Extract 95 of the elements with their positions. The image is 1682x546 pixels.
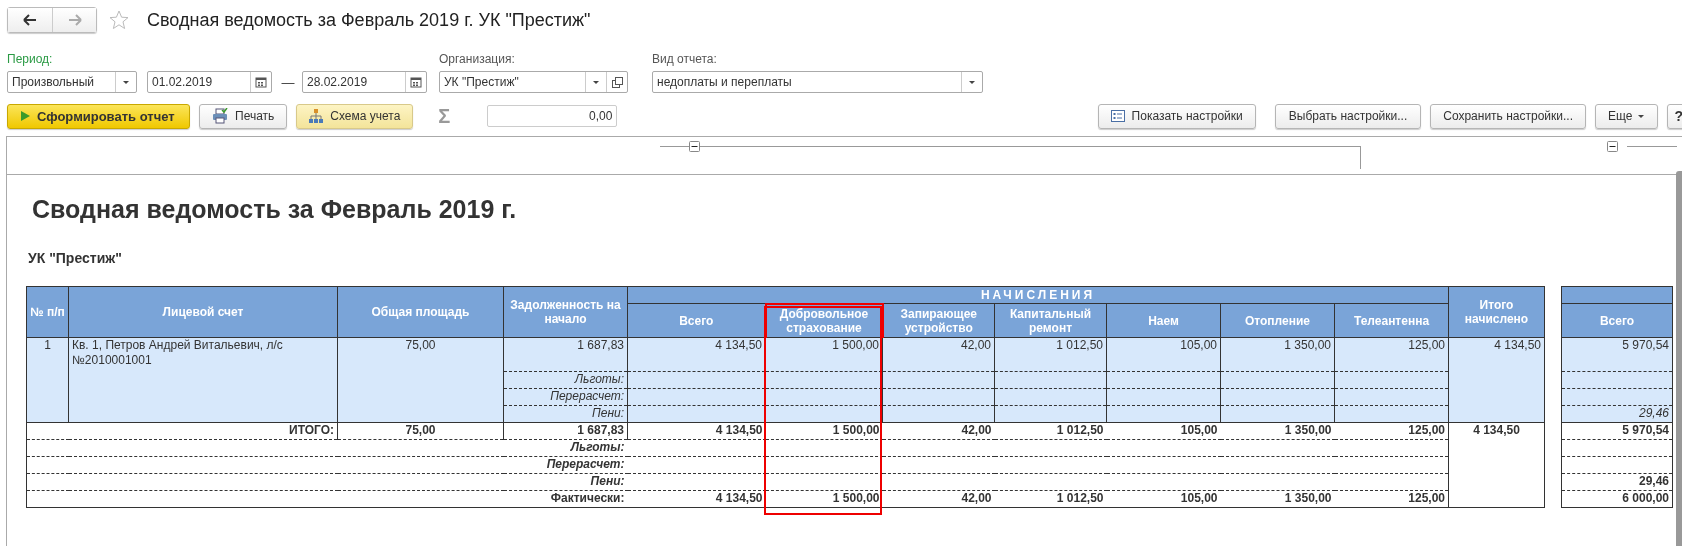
group-bracket-line [1627, 146, 1677, 147]
dropdown-caret-icon [592, 79, 600, 85]
table-cell: 6 000,00 [1561, 490, 1673, 508]
column-group-header: НАЧИСЛЕНИЯ [627, 286, 1449, 304]
table-cell: Перерасчет: [503, 388, 628, 406]
column-header: Наем [1106, 303, 1221, 338]
table-cell: 1 012,50 [994, 490, 1107, 508]
table-cell: 1 687,83 [503, 337, 628, 372]
table-cell: 1 350,00 [1220, 422, 1335, 440]
table-cell: 125,00 [1334, 422, 1449, 440]
report-type-select[interactable]: недоплаты и переплаты [652, 71, 983, 93]
table-cell: 75,00 [337, 337, 504, 423]
play-icon [21, 111, 30, 121]
table-cell: 4 134,50 [1448, 337, 1545, 423]
back-button[interactable] [8, 8, 52, 32]
date-separator: — [280, 74, 296, 90]
print-button[interactable]: Печать [199, 103, 288, 129]
table-cell: Льготы: [26, 439, 628, 457]
dropdown-caret-icon [122, 79, 130, 85]
forward-arrow-icon [67, 14, 82, 26]
table-cell: 42,00 [882, 490, 995, 508]
save-settings-button[interactable]: Сохранить настройки... [1430, 103, 1586, 129]
table-cell: Кв. 1, Петров Андрей Витальевич, л/с №2010001001 [68, 337, 338, 423]
hierarchy-icon [309, 109, 324, 123]
report-title: Сводная ведомость за Февраль 2019 г. [32, 195, 518, 224]
calendar-icon [410, 76, 422, 88]
table-cell: 1 012,50 [994, 337, 1107, 372]
choose-settings-button[interactable]: Выбрать настройки... [1274, 103, 1422, 129]
table-cell: 105,00 [1106, 422, 1221, 440]
date-field[interactable]: 01.02.2019 [147, 71, 272, 93]
column-header: Капитальный ремонт [994, 303, 1107, 338]
table-cell: 75,00 [337, 422, 504, 440]
calendar-icon [255, 76, 267, 88]
field-label: Организация: [439, 52, 516, 67]
table-cell: 42,00 [882, 422, 995, 440]
column-header: Запирающее устройство [882, 303, 995, 338]
star-icon[interactable] [109, 10, 129, 30]
column-header: Отопление [1220, 303, 1335, 338]
organization-select[interactable]: УК "Престиж" [439, 71, 628, 93]
column-header: Добровольное страхование [765, 303, 883, 338]
table-cell: 4 134,50 [627, 490, 766, 508]
period-select[interactable]: Произвольный [7, 71, 137, 93]
table-cell: 42,00 [882, 337, 995, 372]
column-header: Итого начислено [1448, 286, 1545, 338]
table-cell: 1 687,83 [503, 422, 628, 440]
table-cell: 29,46 [1561, 473, 1673, 491]
printer-icon [212, 108, 228, 124]
scrollbar[interactable] [1676, 171, 1682, 546]
table-cell: 105,00 [1106, 337, 1221, 372]
column-header: Всего [627, 303, 766, 338]
table-cell: Фактически: [26, 490, 628, 508]
table-cell: 5 970,54 [1561, 422, 1673, 440]
table-cell: 1 [26, 337, 69, 423]
help-button[interactable]: ? [1667, 103, 1682, 129]
column-header: № п/п [26, 286, 69, 338]
sum-field[interactable]: 0,00 [487, 105, 618, 127]
table-cell: 125,00 [1334, 490, 1449, 508]
column-header: Общая площадь [337, 286, 504, 338]
table-cell: 29,46 [1561, 405, 1673, 423]
table-cell: Пени: [503, 405, 628, 423]
generate-report-button[interactable]: Сформировать отчет [7, 103, 190, 129]
table-cell: 1 350,00 [1220, 337, 1335, 372]
collapse-icon[interactable] [689, 141, 700, 152]
organization-name: УК "Престиж" [28, 250, 123, 266]
field-label: Период: [7, 52, 54, 67]
collapse-icon[interactable] [1607, 141, 1618, 152]
more-button[interactable]: Еще [1595, 103, 1659, 129]
table-cell: 125,00 [1334, 337, 1449, 372]
settings-list-icon [1110, 110, 1125, 122]
table-cell: 1 500,00 [765, 337, 883, 372]
table-cell: 5 970,54 [1561, 337, 1673, 372]
table-cell: Льготы: [503, 371, 628, 389]
dropdown-caret-icon [1637, 113, 1646, 119]
table-cell: 105,00 [1106, 490, 1221, 508]
table-cell: 1 350,00 [1220, 490, 1335, 508]
table-cell: 4 134,50 [1448, 422, 1545, 508]
table-cell: 4 134,50 [627, 422, 766, 440]
table-cell: Перерасчет: [26, 456, 628, 474]
table-cell: Пени: [26, 473, 628, 491]
column-header: Задолженность на начало [503, 286, 628, 338]
column-header: Лицевой счет [68, 286, 338, 338]
table-cell: ИТОГО: [26, 422, 338, 440]
column-header: Всего [1561, 303, 1673, 338]
show-settings-button[interactable]: Показать настройки [1097, 103, 1256, 129]
column-header: Телеантенна [1334, 303, 1449, 338]
window-title: Сводная ведомость за Февраль 2019 г. УК "Престиж" [147, 9, 591, 31]
field-label: Вид отчета: [652, 52, 718, 67]
table-cell: 4 134,50 [627, 337, 766, 372]
table-cell: 1 012,50 [994, 422, 1107, 440]
accounting-scheme-button[interactable]: Схема учета [296, 103, 414, 129]
back-arrow-icon [23, 14, 37, 26]
sum-sign: Σ [438, 104, 451, 128]
open-window-icon [611, 76, 623, 88]
date-field[interactable]: 28.02.2019 [302, 71, 427, 93]
dropdown-caret-icon [968, 79, 976, 85]
